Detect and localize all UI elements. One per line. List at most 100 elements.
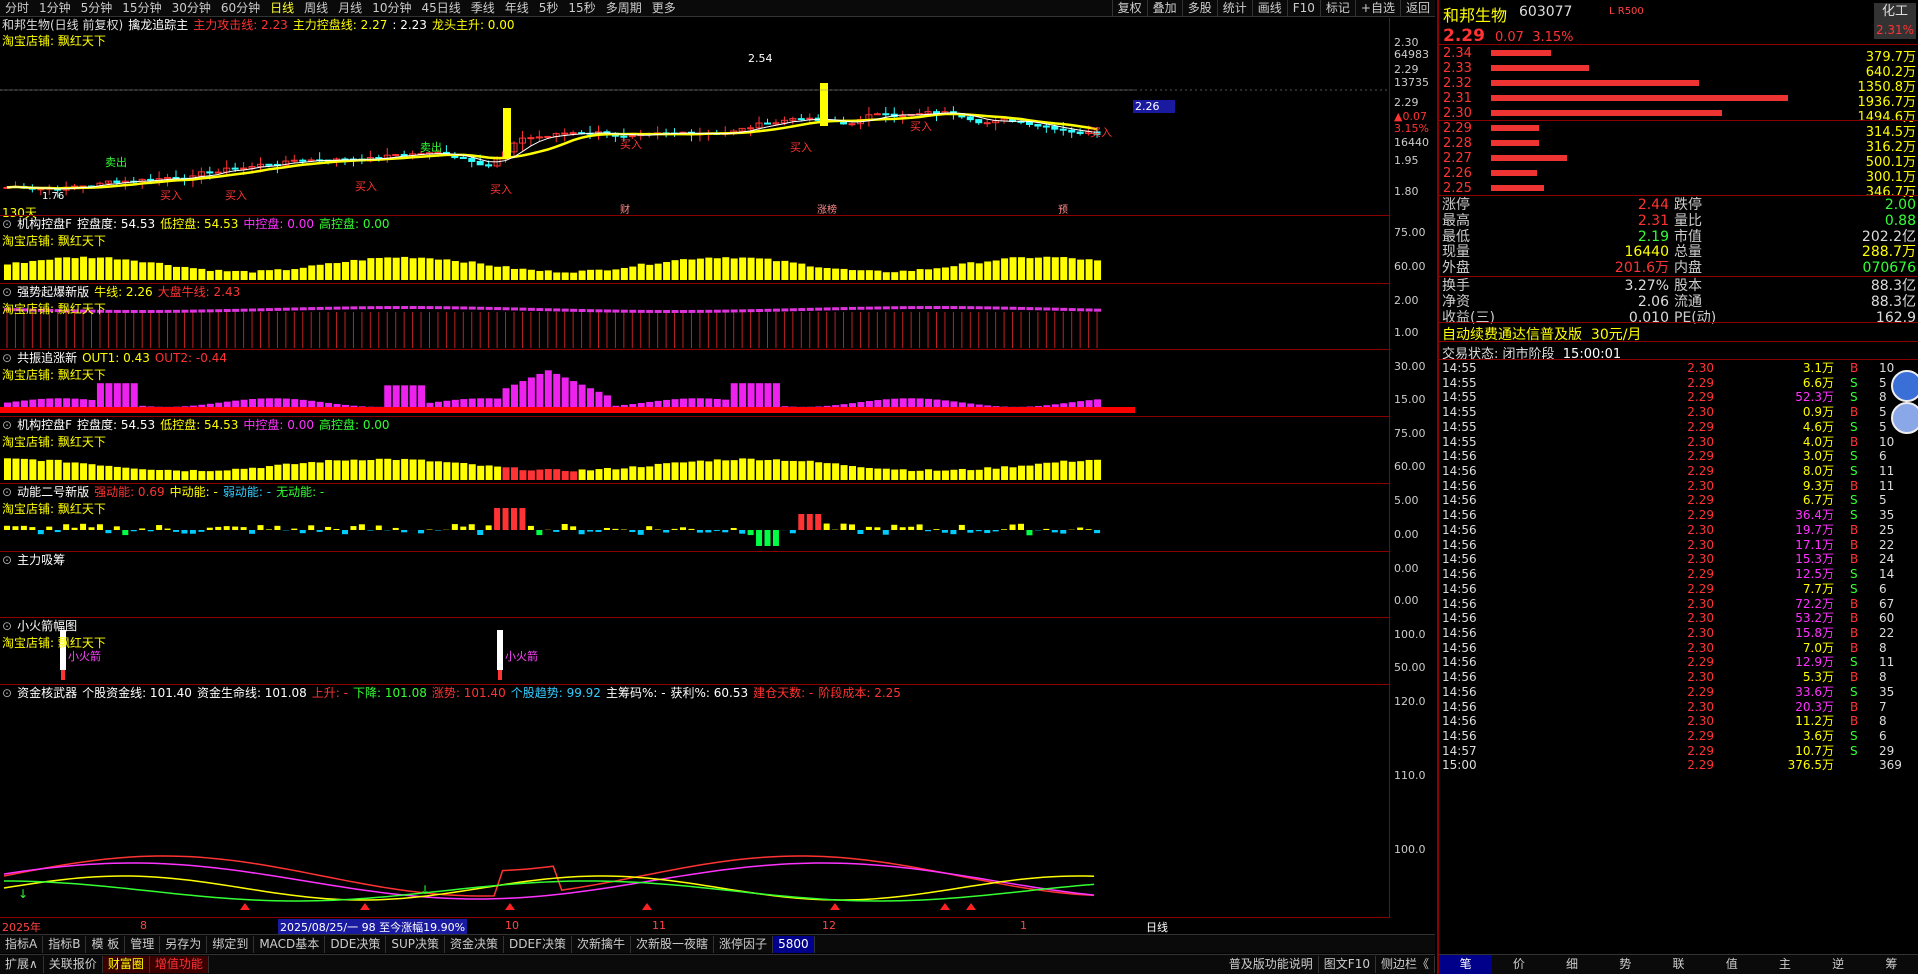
- indicator-bar: [375, 458, 383, 480]
- tick-price: 2.30: [1687, 405, 1714, 420]
- tool-button-6[interactable]: 标记: [1319, 0, 1355, 16]
- chart-area[interactable]: 卖出 卖出 买入 买入 买入 买入 买入 买入 买入 买入 2.54 1.76 2.26 财涨榜预小火箭小…: [0, 18, 1435, 933]
- indicator-bar: [63, 257, 71, 280]
- quote-tab-3[interactable]: 势: [1599, 955, 1652, 974]
- indicator-template-8[interactable]: SUP决策: [386, 935, 446, 953]
- indicator-template-14[interactable]: 5800: [773, 935, 815, 953]
- bottom-right-link-0[interactable]: 普及版功能说明: [1224, 956, 1319, 973]
- quote-tab-5[interactable]: 值: [1705, 955, 1758, 974]
- period-tab-9[interactable]: 10分钟: [367, 0, 416, 16]
- assistant-icon[interactable]: [1891, 370, 1918, 402]
- panel-indicator-name[interactable]: 小火箭幅图: [17, 619, 77, 633]
- period-tab-11[interactable]: 季线: [466, 0, 500, 16]
- tool-button-2[interactable]: 多股: [1181, 0, 1217, 16]
- period-tab-13[interactable]: 5秒: [534, 0, 564, 16]
- axis-label: 0.00: [1394, 562, 1419, 575]
- indicator-template-6[interactable]: MACD基本: [254, 935, 326, 953]
- chart-canvas[interactable]: 卖出卖出买入 买入买入 买入买入 买入买入 买入2.541.762.26财 涨榜 预小火箭小…: [0, 18, 1390, 933]
- extension-button-2[interactable]: 财富圈: [102, 956, 150, 973]
- indicator-template-7[interactable]: DDE决策: [325, 935, 387, 953]
- indicator-bar: [54, 459, 62, 480]
- indicator-template-9[interactable]: 资金决策: [445, 935, 505, 953]
- quote-tab-2[interactable]: 细: [1545, 955, 1598, 974]
- candle: [882, 113, 890, 116]
- indicator-template-4[interactable]: 另存为: [160, 935, 208, 953]
- panel-indicator-name[interactable]: 强势起爆新版: [17, 285, 89, 299]
- indicator-bar: [578, 469, 586, 480]
- period-tab-4[interactable]: 30分钟: [167, 0, 216, 16]
- panel-indicator-name[interactable]: 动能二号新版: [17, 485, 89, 499]
- period-tab-0[interactable]: 分时: [0, 0, 34, 16]
- stat-label: PE(动): [1674, 309, 1717, 326]
- period-tab-16[interactable]: 更多: [647, 0, 681, 16]
- ask-row: 2.30 1494.6万: [1439, 106, 1918, 125]
- period-tab-3[interactable]: 15分钟: [117, 0, 166, 16]
- period-tab-5[interactable]: 60分钟: [216, 0, 265, 16]
- collapse-icon[interactable]: ⊙: [2, 485, 12, 499]
- indicator-bar: [1060, 257, 1068, 280]
- tick-side: B: [1850, 714, 1859, 729]
- period-tab-12[interactable]: 年线: [500, 0, 534, 16]
- extension-button-0[interactable]: 扩展∧: [0, 956, 44, 973]
- panel-indicator-name[interactable]: 共振追涨新: [17, 351, 77, 365]
- indicator-template-3[interactable]: 管理: [125, 935, 161, 953]
- tool-button-1[interactable]: 叠加: [1146, 0, 1182, 16]
- extension-button-1[interactable]: 关联报价: [44, 956, 103, 973]
- tool-button-7[interactable]: +自选: [1354, 0, 1400, 16]
- period-tab-8[interactable]: 月线: [333, 0, 367, 16]
- collapse-icon[interactable]: ⊙: [2, 418, 12, 432]
- period-tab-15[interactable]: 多周期: [601, 0, 647, 16]
- panel-indicator-name[interactable]: 资金核武器: [17, 686, 77, 700]
- quote-tab-4[interactable]: 联: [1652, 955, 1705, 974]
- candle: [848, 123, 856, 126]
- panel-divider: [0, 283, 1390, 284]
- indicator-template-5[interactable]: 绑定到: [207, 935, 255, 953]
- collapse-icon[interactable]: ⊙: [2, 217, 12, 231]
- quote-tab-7[interactable]: 逆: [1812, 955, 1865, 974]
- bottom-right-link-1[interactable]: 图文F10: [1319, 956, 1376, 973]
- collapse-icon[interactable]: ⊙: [2, 553, 12, 567]
- stock-name[interactable]: 和邦生物: [1443, 2, 1507, 26]
- indicator-template-13[interactable]: 涨停因子: [714, 935, 774, 953]
- collapse-icon[interactable]: ⊙: [2, 686, 12, 700]
- indicator-template-1[interactable]: 指标B: [43, 935, 87, 953]
- indicator-template-10[interactable]: DDEF决策: [504, 935, 573, 953]
- quote-tab-1[interactable]: 价: [1492, 955, 1545, 974]
- indicator-bar: [274, 464, 282, 480]
- tool-button-8[interactable]: 返回: [1399, 0, 1435, 16]
- tool-button-5[interactable]: F10: [1286, 0, 1320, 16]
- tool-button-4[interactable]: 画线: [1251, 0, 1287, 16]
- tool-button-3[interactable]: 统计: [1216, 0, 1252, 16]
- quote-tab-0[interactable]: 笔: [1439, 955, 1493, 974]
- collapse-icon[interactable]: ⊙: [2, 285, 12, 299]
- period-tab-1[interactable]: 1分钟: [34, 0, 76, 16]
- collapse-icon[interactable]: ⊙: [2, 619, 12, 633]
- period-tab-2[interactable]: 5分钟: [76, 0, 118, 16]
- quote-tab-8[interactable]: 筹: [1865, 955, 1918, 974]
- indicator-bar: [756, 460, 764, 480]
- tool-button-0[interactable]: 复权: [1111, 0, 1147, 16]
- panel-indicator-name[interactable]: 主力吸筹: [17, 553, 65, 567]
- period-label: 日线: [1146, 921, 1168, 934]
- quote-tab-6[interactable]: 主: [1758, 955, 1811, 974]
- extension-button-3[interactable]: 增值功能: [149, 956, 209, 973]
- stat-value: 070676: [1862, 260, 1916, 277]
- indicator-template-11[interactable]: 次新擒牛: [572, 935, 632, 953]
- period-tab-7[interactable]: 周线: [299, 0, 333, 16]
- panel-indicator-name[interactable]: 机构控盘F: [17, 217, 72, 231]
- period-tab-10[interactable]: 45日线: [416, 0, 465, 16]
- indicator-template-2[interactable]: 模 板: [86, 935, 126, 953]
- industry-box[interactable]: 化工 2.31%: [1874, 3, 1916, 39]
- indicator-bar: [899, 469, 907, 480]
- indicator-bar: [147, 309, 155, 313]
- indicator-template-0[interactable]: 指标A: [0, 935, 44, 953]
- period-tab-14[interactable]: 15秒: [563, 0, 600, 16]
- ai-icon[interactable]: [1891, 402, 1918, 434]
- panel-indicator-name[interactable]: 机构控盘F: [17, 418, 72, 432]
- momentum-bar: [164, 528, 171, 530]
- bottom-right-link-2[interactable]: 侧边栏《: [1376, 956, 1435, 973]
- indicator-template-12[interactable]: 次新股一夜瞎: [631, 935, 715, 953]
- period-tab-6[interactable]: 日线: [265, 0, 299, 16]
- up-triangle-icon: [240, 903, 250, 910]
- collapse-icon[interactable]: ⊙: [2, 351, 12, 365]
